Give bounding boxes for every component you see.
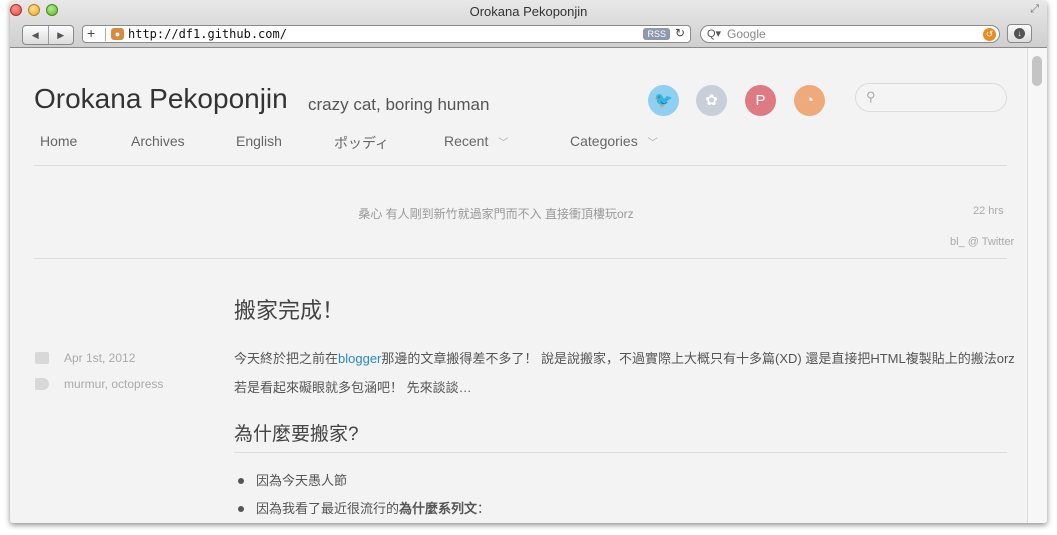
- nav-divider: [34, 165, 1007, 166]
- github-icon[interactable]: ✿: [696, 85, 727, 116]
- window-title: Orokana Pekoponjin: [469, 4, 588, 19]
- scrollbar-thumb[interactable]: [1032, 56, 1042, 86]
- nav-archives[interactable]: Archives: [131, 133, 185, 149]
- rss-icon[interactable]: ◔: [794, 85, 825, 116]
- pinterest-icon[interactable]: P: [745, 85, 776, 116]
- heading-divider: [234, 452, 1007, 453]
- section-heading: 為什麼要搬家?: [234, 424, 359, 445]
- site-search-input[interactable]: ⚲: [855, 83, 1007, 112]
- reload-icon[interactable]: ↻: [675, 26, 685, 40]
- search-icon: ⚲: [866, 89, 876, 104]
- download-icon: ↓: [1014, 28, 1025, 39]
- downloads-button[interactable]: ↓: [1007, 24, 1032, 43]
- bullet: [238, 505, 244, 512]
- chevron-down-icon: ﹀: [498, 138, 509, 149]
- post-tags[interactable]: murmur, octopress: [64, 377, 163, 391]
- back-button[interactable]: ◀: [23, 26, 49, 44]
- nav-categories[interactable]: Categories ﹀: [570, 133, 658, 149]
- tweet-source[interactable]: bl_ @ Twitter: [950, 236, 1014, 248]
- latest-tweet: 桑心 有人剛到新竹就過家門而不入 直接衝頂樓玩orz: [358, 207, 634, 221]
- browser-window: Orokana Pekoponjin ⤢ ◀ ▶ + ● http://df1.…: [10, 0, 1047, 523]
- page-content: Orokana Pekoponjin crazy cat, boring hum…: [10, 48, 1027, 523]
- bullet: [238, 477, 244, 484]
- forward-button[interactable]: ▶: [49, 26, 74, 44]
- rss-button[interactable]: RSS: [643, 28, 670, 40]
- chevron-down-icon: ﹀: [647, 138, 658, 149]
- add-bookmark-icon[interactable]: +: [87, 25, 95, 41]
- post-date: Apr 1st, 2012: [64, 351, 136, 365]
- cat-favicon-icon: ●: [111, 28, 124, 40]
- nav-poddy[interactable]: ポッディ: [334, 133, 389, 153]
- search-icon[interactable]: Q▾: [707, 27, 721, 40]
- snapback-icon[interactable]: ↺: [983, 28, 996, 41]
- nav-english[interactable]: English: [236, 133, 282, 149]
- post-paragraph: 今天終於把之前在blogger那邊的文章搬得差不多了！ 說是說搬家，不過實際上大…: [234, 351, 1015, 395]
- fullscreen-icon[interactable]: ⤢: [1030, 3, 1039, 16]
- nav-buttons: ◀ ▶: [22, 25, 74, 45]
- nav-recent[interactable]: Recent ﹀: [444, 133, 508, 149]
- list-item: 因為今天愚人節: [238, 470, 347, 489]
- scrollbar[interactable]: [1027, 48, 1047, 523]
- site-subtitle: crazy cat, boring human: [308, 95, 490, 114]
- twitter-icon[interactable]: 🐦: [648, 85, 679, 116]
- address-bar[interactable]: + ● http://df1.github.com/ RSS ↻: [82, 25, 691, 43]
- search-placeholder: Google: [727, 27, 766, 41]
- browser-toolbar: ◀ ▶ + ● http://df1.github.com/ RSS ↻ Q▾ …: [10, 23, 1047, 45]
- blogger-link[interactable]: blogger: [338, 351, 381, 366]
- tweet-divider: [34, 258, 1007, 259]
- tag-icon: [35, 378, 49, 390]
- google-search-field[interactable]: Q▾ Google ↺: [700, 25, 1000, 43]
- list-item: 因為我看了最近很流行的為什麼系列文：: [238, 498, 490, 517]
- site-title[interactable]: Orokana Pekoponjin: [34, 83, 288, 115]
- post-title[interactable]: 搬家完成！: [234, 293, 344, 325]
- nav-home[interactable]: Home: [40, 133, 77, 149]
- tweet-time: 22 hrs: [973, 205, 1004, 217]
- calendar-icon: [35, 352, 49, 364]
- title-bar: Orokana Pekoponjin ⤢ ◀ ▶ + ● http://df1.…: [10, 0, 1047, 48]
- url-text[interactable]: http://df1.github.com/: [128, 27, 287, 41]
- address-divider: [105, 28, 106, 41]
